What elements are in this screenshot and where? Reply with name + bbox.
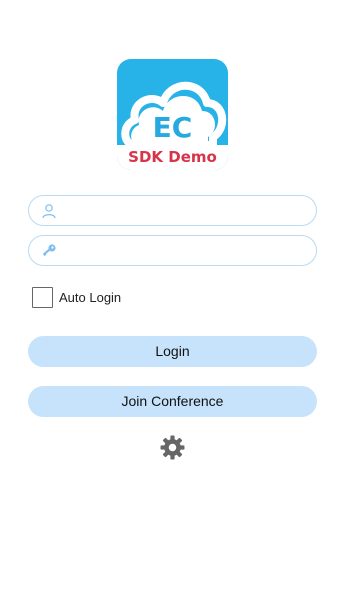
username-field[interactable]: [28, 195, 317, 226]
username-input[interactable]: [65, 200, 309, 224]
app-logo: EC SDK Demo: [117, 59, 228, 170]
gear-icon[interactable]: [160, 435, 185, 460]
login-button[interactable]: Login: [28, 336, 317, 367]
auto-login-checkbox[interactable]: [32, 286, 53, 308]
password-input[interactable]: [65, 240, 309, 264]
logo-title: EC: [152, 111, 193, 144]
password-field[interactable]: [28, 235, 317, 266]
logo-subtitle: SDK Demo: [128, 148, 217, 166]
key-icon: [43, 244, 56, 257]
auto-login-row[interactable]: Auto Login: [32, 285, 121, 309]
auto-login-label: Auto Login: [59, 289, 122, 305]
user-icon: [42, 204, 56, 219]
join-conference-button[interactable]: Join Conference: [28, 386, 317, 417]
